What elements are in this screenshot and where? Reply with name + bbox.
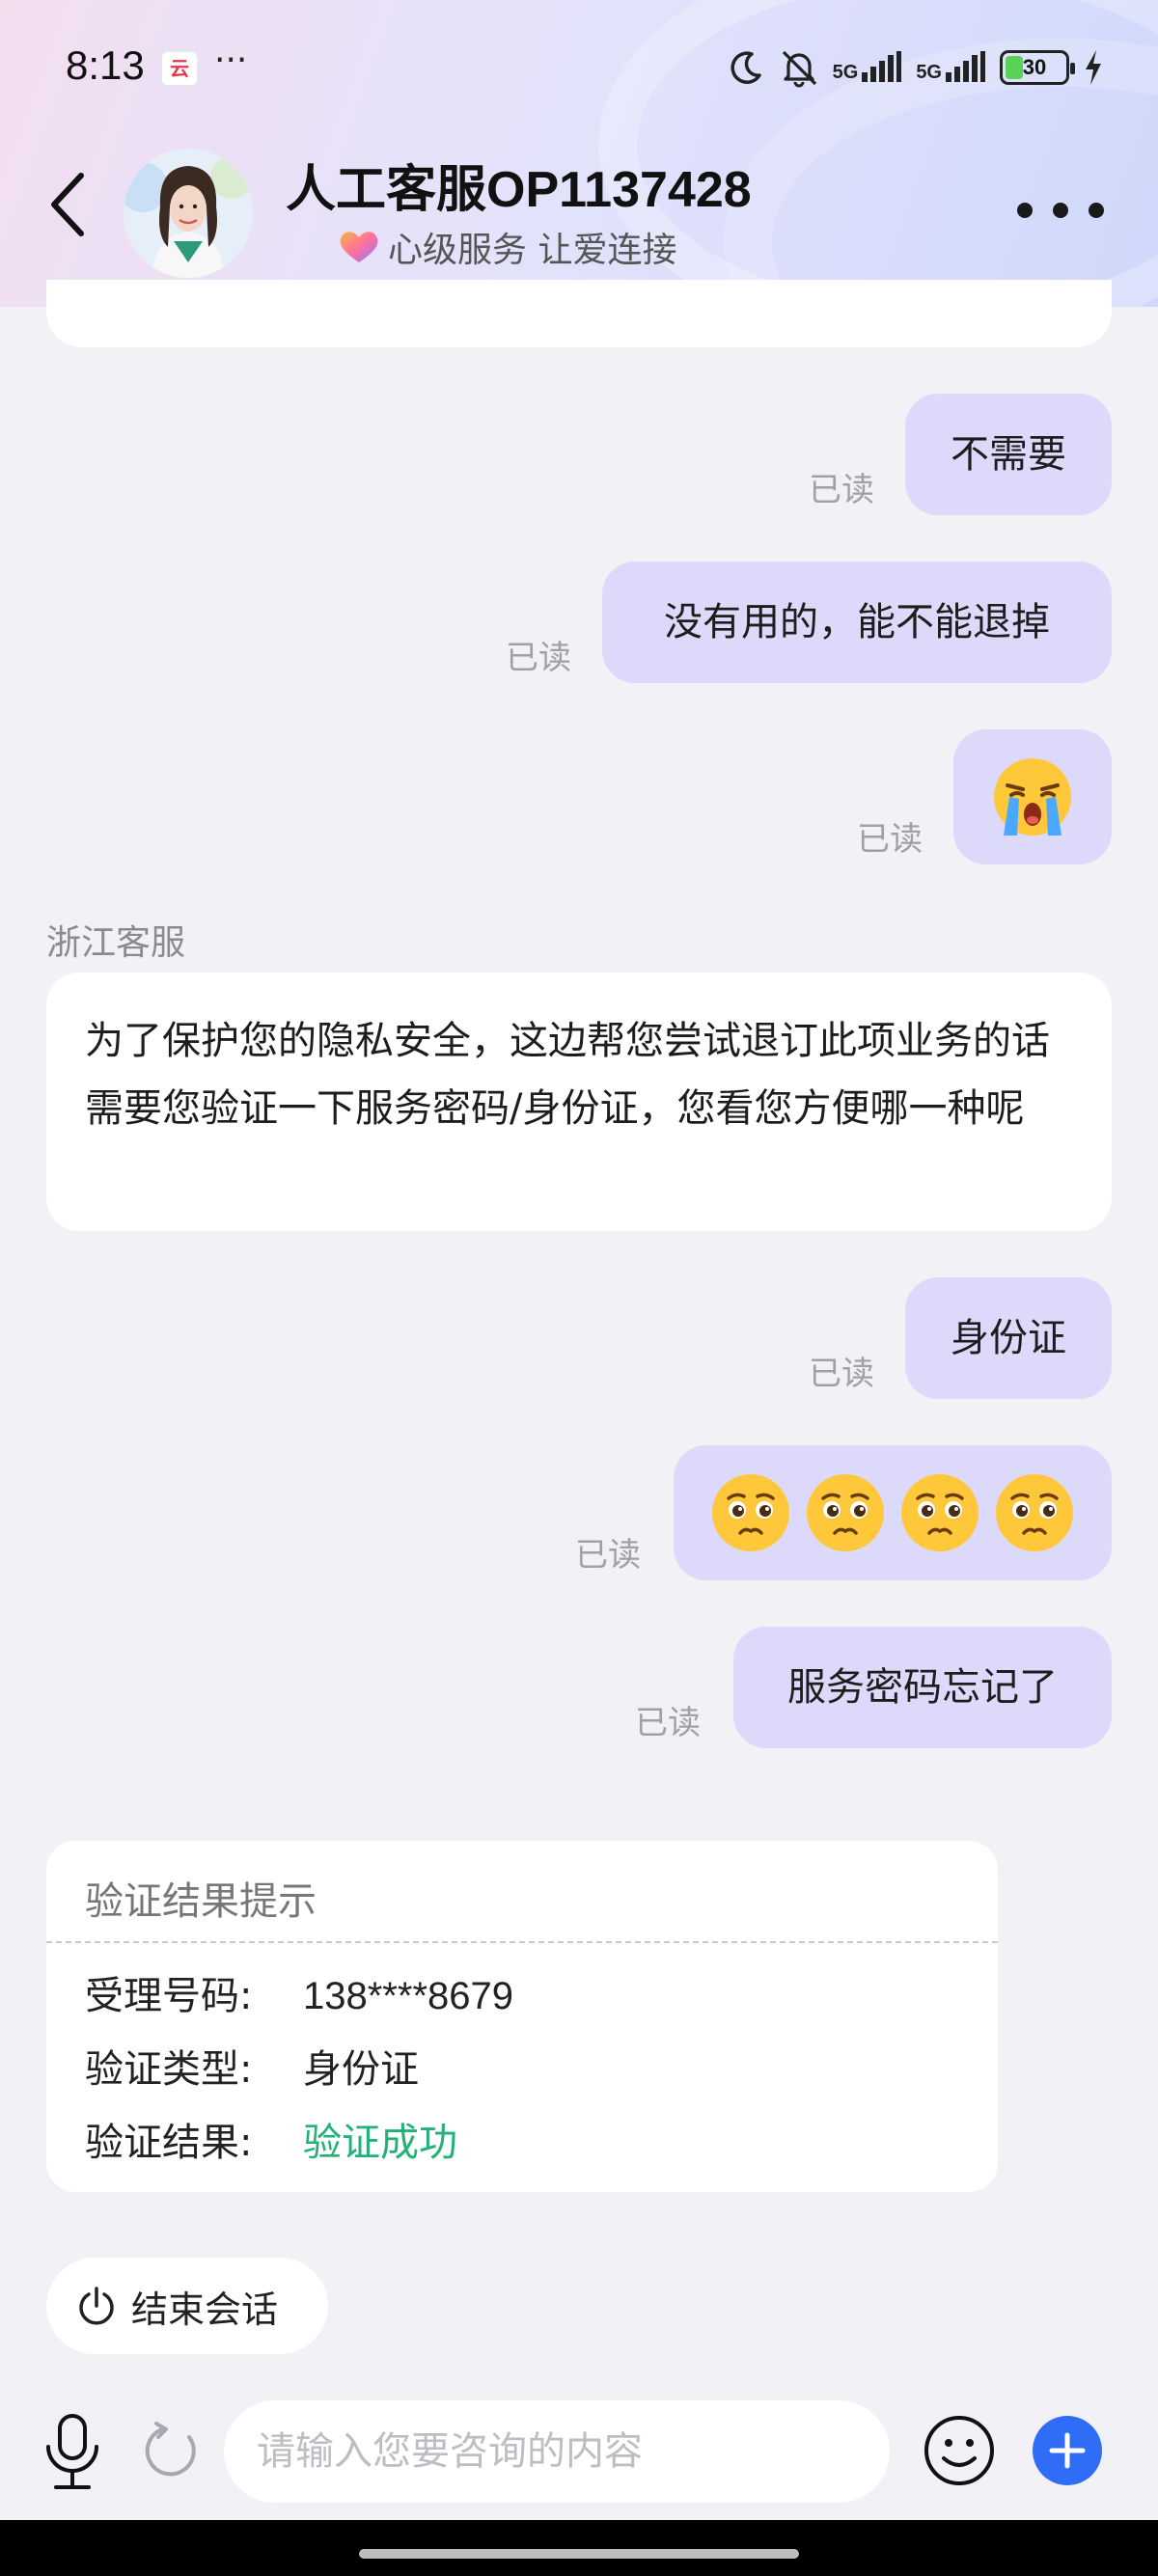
pleading-emoji-icon: [712, 1474, 789, 1551]
message-input[interactable]: [224, 2400, 890, 2503]
battery-icon: 30: [1000, 50, 1075, 85]
chevron-left-icon[interactable]: [42, 166, 96, 243]
pleading-emoji-icon: [901, 1474, 979, 1551]
microphone-icon[interactable]: [41, 2412, 104, 2491]
plus-icon[interactable]: [1033, 2416, 1102, 2485]
battery-level: 30: [1022, 55, 1047, 79]
power-icon: [79, 2287, 114, 2325]
charging-icon: [1086, 50, 1101, 85]
card-title: 验证结果提示: [85, 1879, 317, 1924]
verify-result-value: 验证成功: [303, 2121, 457, 2165]
outgoing-message[interactable]: 没有用的，能不能退掉: [602, 562, 1112, 683]
pleading-emoji-icon: [996, 1474, 1073, 1551]
read-receipt: 已读: [635, 1704, 701, 1742]
read-receipt: 已读: [809, 1355, 874, 1393]
incoming-message[interactable]: 为了保护您的隐私安全，这边帮您尝试退订此项业务的话需要您验证一下服务密码/身份证…: [46, 973, 1112, 1231]
pleading-emoji-icon: [807, 1474, 884, 1551]
input-bar: [0, 2383, 1158, 2520]
row-label: 验证类型:: [85, 2047, 253, 2092]
verify-type-value: 身份证: [303, 2047, 419, 2092]
refresh-icon[interactable]: [141, 2420, 203, 2481]
silent-bell-icon: [782, 50, 816, 88]
crying-emoji-icon: [994, 758, 1071, 836]
card-row: 验证结果: 验证成功: [85, 2111, 457, 2167]
read-receipt: 已读: [809, 471, 874, 509]
agent-name: 人工客服OP1137428: [286, 162, 752, 218]
outgoing-message[interactable]: 服务密码忘记了: [733, 1627, 1112, 1748]
status-bar: 8:13 云 ··· 5G 5G 30: [0, 0, 1158, 135]
end-session-label: 结束会话: [131, 2288, 279, 2331]
more-notifications-icon: ···: [214, 41, 248, 80]
signal-icon: 5G: [916, 51, 986, 84]
card-row: 受理号码: 138****8679: [85, 1964, 513, 2020]
navigation-bar: [0, 2520, 1158, 2576]
status-icons: 5G 5G 30: [727, 44, 1104, 91]
outgoing-message[interactable]: 不需要: [905, 394, 1112, 515]
network-type-label: 5G: [832, 62, 859, 83]
outgoing-message[interactable]: [953, 729, 1112, 864]
outgoing-message[interactable]: 身份证: [905, 1277, 1112, 1399]
home-indicator[interactable]: [359, 2549, 799, 2559]
previous-message-bubble: [46, 280, 1112, 347]
divider: [46, 1941, 998, 1943]
app-notification-icon: 云: [160, 50, 199, 87]
outgoing-message[interactable]: [674, 1445, 1112, 1580]
row-label: 验证结果:: [85, 2121, 253, 2165]
row-label: 受理号码:: [85, 1974, 253, 2018]
emoji-icon[interactable]: [923, 2414, 996, 2487]
agent-avatar[interactable]: [124, 149, 253, 278]
heart-icon: [340, 232, 378, 262]
chat-header: 8:13 云 ··· 5G 5G 30 人工客服OP1137428 心级服务 让…: [0, 0, 1158, 307]
signal-icon: 5G: [833, 51, 903, 84]
phone-number-value: 138****8679: [303, 1975, 513, 2017]
sender-name: 浙江客服: [46, 923, 186, 963]
status-time: 8:13: [66, 42, 145, 88]
card-row: 验证类型: 身份证: [85, 2038, 419, 2094]
more-dots-icon[interactable]: [1017, 183, 1104, 237]
network-type-label: 5G: [916, 62, 942, 83]
service-slogan: 心级服务 让爱连接: [388, 231, 677, 270]
read-receipt: 已读: [575, 1536, 641, 1575]
moon-icon: [731, 51, 761, 84]
verification-result-card: 验证结果提示 受理号码: 138****8679 验证类型: 身份证 验证结果: 验证…: [46, 1841, 998, 2192]
read-receipt: 已读: [506, 639, 571, 677]
end-session-button[interactable]: 结束会话: [46, 2258, 328, 2354]
read-receipt: 已读: [857, 820, 923, 859]
